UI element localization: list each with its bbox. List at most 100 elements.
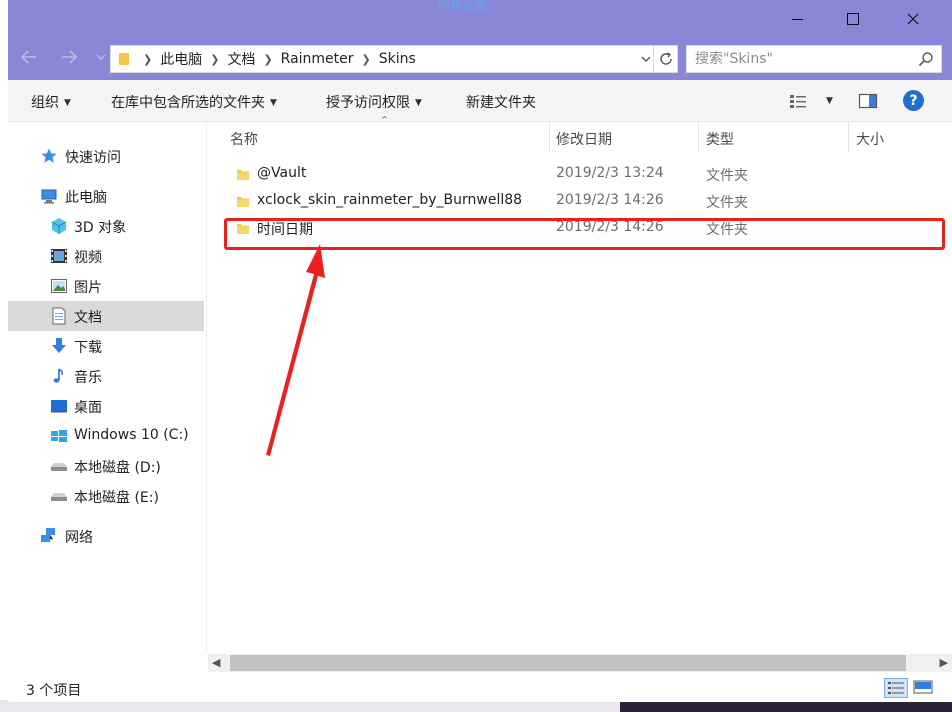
sidebar-item-documents[interactable]: 文档 — [8, 301, 204, 331]
sidebar-item-label: 音乐 — [74, 370, 102, 386]
item-count: 3 个项目 — [26, 683, 82, 699]
sidebar-item-label: 3D 对象 — [74, 220, 127, 236]
file-row[interactable]: @Vault 2019/2/3 13:24 文件夹 — [220, 162, 938, 188]
maximize-icon[interactable] — [824, 2, 882, 36]
chevron-down-icon: ▼ — [64, 98, 71, 108]
include-in-library-button[interactable]: 在库中包含所选的文件夹 ▼ — [111, 92, 277, 112]
file-name: @Vault — [257, 165, 307, 181]
horizontal-scrollbar[interactable]: ◀ ▶ — [208, 654, 952, 672]
sidebar-item-pictures[interactable]: 图片 — [8, 271, 204, 301]
details-view-icon[interactable] — [884, 678, 908, 698]
chevron-down-icon: ▼ — [415, 98, 422, 108]
column-header-name[interactable]: 名称 — [230, 129, 258, 159]
file-row[interactable]: xclock_skin_rainmeter_by_Burnwell88 2019… — [220, 189, 938, 215]
forward-arrow-icon[interactable] — [56, 44, 82, 70]
hard-drive-icon — [50, 487, 68, 505]
close-icon[interactable] — [884, 2, 942, 36]
sort-ascending-icon: ⌃ — [380, 114, 390, 127]
sidebar-item-videos[interactable]: 视频 — [8, 241, 204, 271]
search-input[interactable] — [695, 50, 905, 68]
include-in-library-label: 在库中包含所选的文件夹 — [111, 95, 265, 111]
large-icons-view-icon[interactable] — [912, 678, 936, 698]
sidebar-item-label: 快速访问 — [65, 150, 121, 166]
sidebar-item-this-pc[interactable]: 此电脑 — [8, 181, 204, 211]
column-header-modified[interactable]: 修改日期 — [556, 129, 612, 159]
column-header-type[interactable]: 类型 — [706, 129, 734, 159]
file-modified-date: 2019/2/3 14:26 — [556, 192, 664, 208]
explorer-window: 网易截图 ❯ 此电脑 ❯ 文档 ❯ Rainmeter ❯ Skins 搜索"S… — [8, 0, 952, 702]
address-bar[interactable]: ❯ 此电脑 ❯ 文档 ❯ Rainmeter ❯ Skins — [110, 45, 678, 73]
scroll-right-icon[interactable]: ▶ — [940, 656, 948, 669]
crumb-skins[interactable]: Skins — [379, 51, 416, 67]
organize-label: 组织 — [31, 95, 59, 111]
column-divider[interactable] — [698, 122, 699, 152]
back-arrow-icon[interactable] — [16, 44, 42, 70]
folder-icon — [236, 167, 250, 181]
scroll-left-icon[interactable]: ◀ — [212, 656, 220, 669]
sidebar-item-network[interactable]: 网络 — [8, 521, 204, 551]
breadcrumb: ❯ 此电脑 ❯ 文档 ❯ Rainmeter ❯ Skins — [135, 49, 416, 69]
document-icon — [50, 307, 68, 325]
refresh-icon[interactable] — [653, 46, 677, 72]
computer-icon — [40, 187, 58, 205]
sidebar-item-label: 图片 — [74, 280, 102, 296]
column-divider[interactable] — [549, 122, 550, 152]
folder-icon — [119, 53, 129, 65]
music-note-icon — [50, 367, 68, 385]
chevron-down-icon: ▼ — [270, 98, 277, 108]
command-bar: 组织 ▼ 在库中包含所选的文件夹 ▼ 授予访问权限 ▼ 新建文件夹 ▼ ? — [8, 80, 952, 122]
sidebar-item-drive-c[interactable]: Windows 10 (C:) — [8, 421, 204, 451]
scrollbar-thumb[interactable] — [230, 655, 906, 671]
search-icon[interactable] — [917, 50, 935, 68]
film-icon — [50, 247, 68, 265]
chevron-right-icon[interactable]: ❯ — [263, 53, 272, 66]
sidebar-item-3d-objects[interactable]: 3D 对象 — [8, 211, 204, 241]
sidebar-item-music[interactable]: 音乐 — [8, 361, 204, 391]
sidebar-item-label: 视频 — [74, 250, 102, 266]
file-type: 文件夹 — [706, 195, 748, 211]
annotation-arrow-icon — [266, 244, 325, 456]
network-icon — [40, 527, 58, 545]
file-type: 文件夹 — [706, 168, 748, 184]
sidebar-item-label: 本地磁盘 (E:) — [74, 490, 159, 506]
sidebar-item-label: 文档 — [74, 310, 102, 326]
help-icon[interactable]: ? — [903, 90, 924, 111]
chevron-right-icon[interactable]: ❯ — [210, 53, 219, 66]
chevron-right-icon[interactable]: ❯ — [143, 53, 152, 66]
preview-pane-icon[interactable] — [857, 91, 879, 111]
address-history-dropdown-icon[interactable] — [641, 52, 651, 65]
chevron-down-icon: ▼ — [826, 96, 833, 106]
column-divider[interactable] — [848, 122, 849, 152]
column-header-size[interactable]: 大小 — [856, 129, 884, 159]
minimize-icon[interactable] — [768, 2, 826, 36]
view-options-dropdown[interactable]: ▼ — [821, 93, 833, 109]
crumb-documents[interactable]: 文档 — [227, 49, 255, 69]
cube-3d-icon — [50, 217, 68, 235]
sidebar-item-downloads[interactable]: 下载 — [8, 331, 204, 361]
crumb-this-pc[interactable]: 此电脑 — [160, 49, 202, 69]
sidebar-item-quick-access[interactable]: 快速访问 — [8, 141, 204, 171]
sidebar-item-drive-e[interactable]: 本地磁盘 (E:) — [8, 481, 204, 511]
sidebar-item-label: 网络 — [65, 530, 93, 546]
grant-access-label: 授予访问权限 — [326, 95, 410, 111]
organize-button[interactable]: 组织 ▼ — [31, 92, 71, 112]
desktop-icon — [50, 397, 68, 415]
search-box[interactable] — [686, 45, 942, 73]
download-arrow-icon — [50, 337, 68, 355]
sidebar-item-label: 此电脑 — [65, 190, 107, 206]
star-icon — [40, 147, 58, 165]
grant-access-button[interactable]: 授予访问权限 ▼ — [326, 92, 422, 112]
sidebar-item-drive-d[interactable]: 本地磁盘 (D:) — [8, 451, 204, 481]
status-bar: 3 个项目 — [8, 674, 952, 702]
file-name: xclock_skin_rainmeter_by_Burnwell88 — [257, 192, 523, 208]
new-folder-label: 新建文件夹 — [466, 95, 536, 111]
pane-divider[interactable] — [206, 122, 207, 652]
change-view-icon[interactable] — [788, 91, 810, 111]
sidebar-item-label: 下载 — [74, 340, 102, 356]
crumb-rainmeter[interactable]: Rainmeter — [281, 51, 354, 67]
new-folder-button[interactable]: 新建文件夹 — [466, 92, 536, 112]
sidebar-item-label: 本地磁盘 (D:) — [74, 460, 161, 476]
desktop-edge — [0, 0, 8, 712]
chevron-right-icon[interactable]: ❯ — [362, 53, 371, 66]
sidebar-item-desktop[interactable]: 桌面 — [8, 391, 204, 421]
